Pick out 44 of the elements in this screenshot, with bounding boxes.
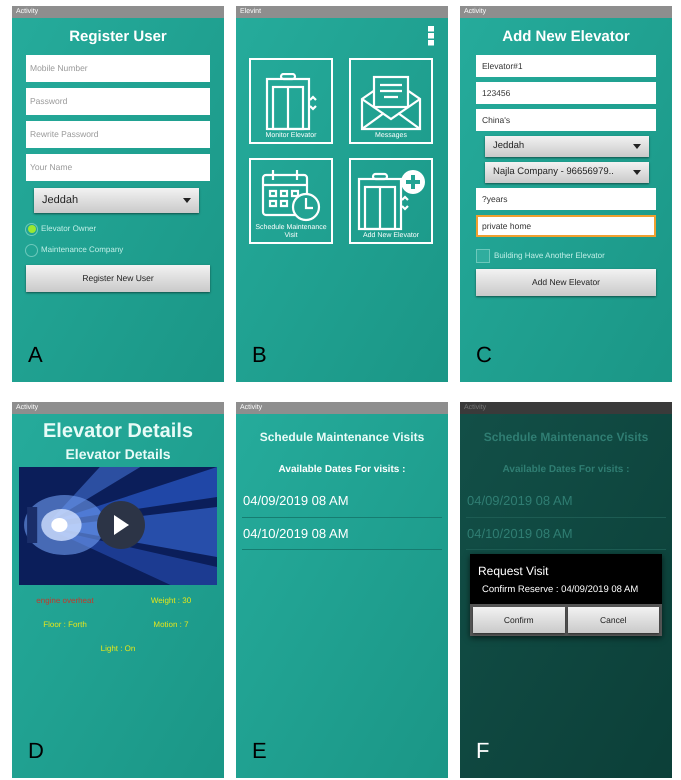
reading-text: Light : On (100, 643, 136, 655)
screen-title: Add New Elevator (501, 27, 631, 47)
caret-icon (633, 144, 641, 148)
input-field[interactable]: Rewrite Password (26, 120, 210, 148)
elevator-icon (263, 73, 319, 131)
reading-text: Floor : Forth (42, 619, 88, 631)
calendar-clock-icon (260, 167, 322, 223)
reading-text: engine overheat (35, 595, 95, 607)
input-field[interactable]: Mobile Number (26, 54, 210, 82)
panel-label: E (252, 740, 267, 762)
panel-label: A (28, 344, 43, 366)
play-icon (113, 515, 129, 535)
dropdown[interactable]: Jeddah (34, 188, 199, 212)
input-field[interactable]: ?years (476, 188, 656, 210)
dropdown[interactable]: Jeddah (485, 136, 649, 156)
screen-title: Elevator Details (42, 420, 194, 442)
menu-icon[interactable] (428, 26, 434, 46)
dropdown[interactable]: Najla Company - 96656979.. (485, 162, 649, 182)
panel-label: C (476, 344, 492, 366)
input-field[interactable]: 123456 (476, 82, 656, 104)
panel-label: F (476, 740, 490, 762)
input-field[interactable]: China's (476, 108, 656, 130)
dialog-message: Confirm Reserve : 04/09/2019 08 AM (481, 584, 640, 597)
caret-icon (183, 198, 191, 202)
elevator-plus-icon (355, 169, 427, 231)
screen-subtitle: Elevator Details (64, 445, 172, 464)
add-elevator-button[interactable]: Add New Elevator (476, 268, 656, 296)
register-button[interactable]: Register New User (26, 264, 210, 292)
panel-label: D (28, 740, 44, 762)
input-field[interactable]: Your Name (26, 154, 210, 180)
reading-text: Motion : 7 (152, 619, 190, 631)
envelope-icon (358, 75, 424, 131)
input-field[interactable]: private home (476, 214, 656, 236)
caret-icon (633, 170, 641, 174)
dialog-title: Request Visit (477, 563, 550, 580)
reading-text: Weight : 30 (150, 595, 192, 607)
input-field[interactable]: Elevator#1 (476, 54, 656, 76)
screen-title: Schedule Maintenance Visits (258, 429, 426, 446)
dialog-button[interactable]: Confirm (473, 607, 564, 633)
screen-title: Register User (68, 27, 168, 47)
panel-label: B (252, 344, 267, 366)
screen-subtitle: Available Dates For visits : (278, 463, 406, 477)
dialog-button[interactable]: Cancel (568, 607, 659, 633)
input-field[interactable]: Password (26, 88, 210, 114)
